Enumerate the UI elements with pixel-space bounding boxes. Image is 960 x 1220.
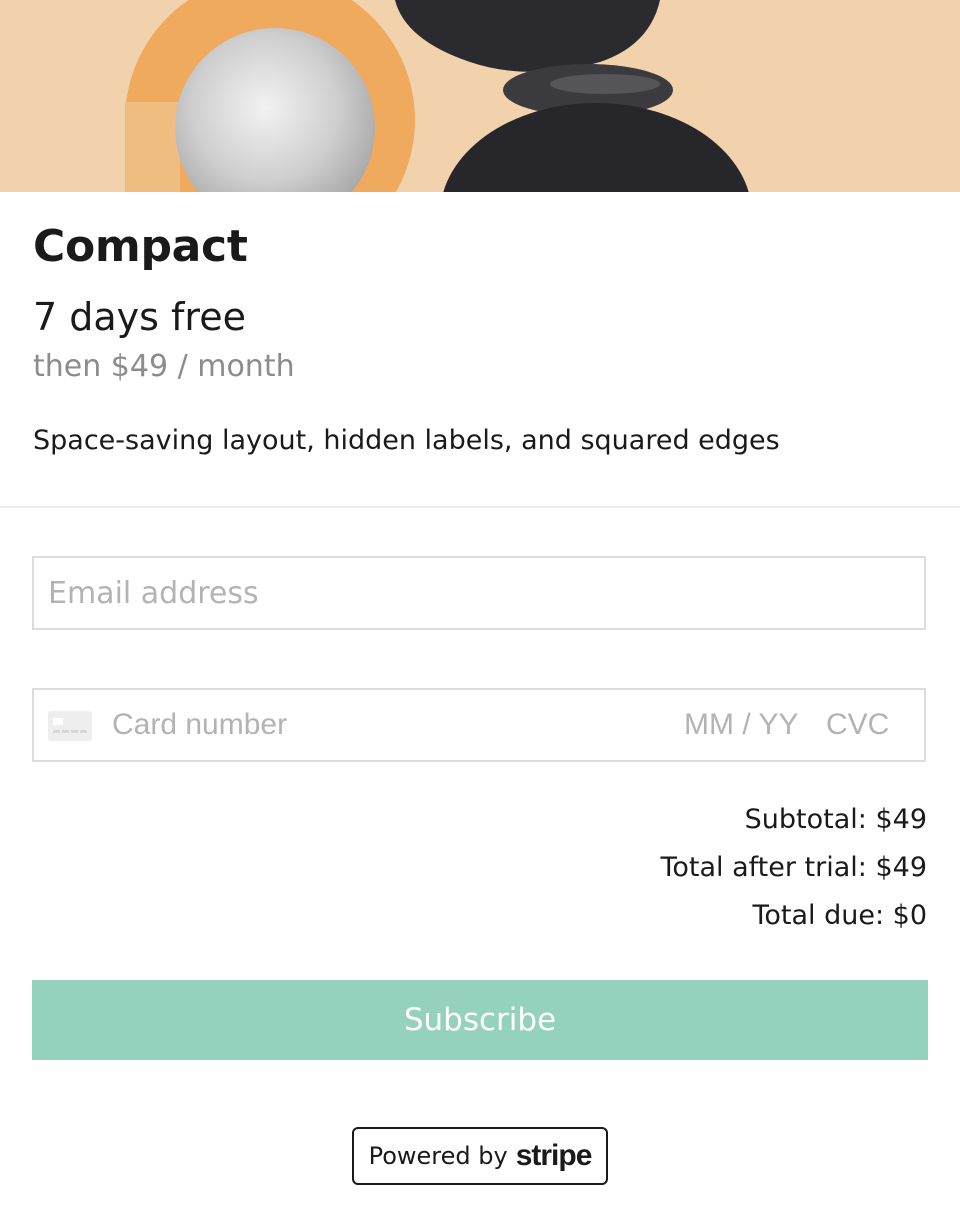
order-totals: Subtotal: $49 Total after trial: $49 Tot… xyxy=(660,796,927,940)
card-expiry-input[interactable] xyxy=(684,690,814,760)
email-field-container xyxy=(32,556,926,630)
total-due-line: Total due: $0 xyxy=(752,900,927,931)
section-divider xyxy=(0,506,960,508)
stripe-logo: stripe xyxy=(515,1139,593,1172)
plan-description: Space-saving layout, hidden labels, and … xyxy=(33,425,780,456)
plan-summary: Compact 7 days free then $49 / month Spa… xyxy=(33,220,927,458)
card-field-container xyxy=(32,688,926,762)
price-after-trial: then $49 / month xyxy=(33,349,295,384)
checkout-page: Compact 7 days free then $49 / month Spa… xyxy=(0,0,960,1220)
product-image xyxy=(0,0,960,192)
plan-title: Compact xyxy=(33,221,248,272)
total-after-trial-line: Total after trial: $49 xyxy=(660,852,927,883)
powered-by-label: Powered by xyxy=(368,1142,508,1170)
card-cvc-input[interactable] xyxy=(826,690,916,760)
subscribe-button[interactable]: Subscribe xyxy=(32,980,928,1060)
subtotal-line: Subtotal: $49 xyxy=(744,804,927,835)
email-input[interactable] xyxy=(34,558,924,628)
powered-by-stripe-link[interactable]: Powered by stripe xyxy=(352,1127,608,1185)
trial-label: 7 days free xyxy=(33,295,246,339)
